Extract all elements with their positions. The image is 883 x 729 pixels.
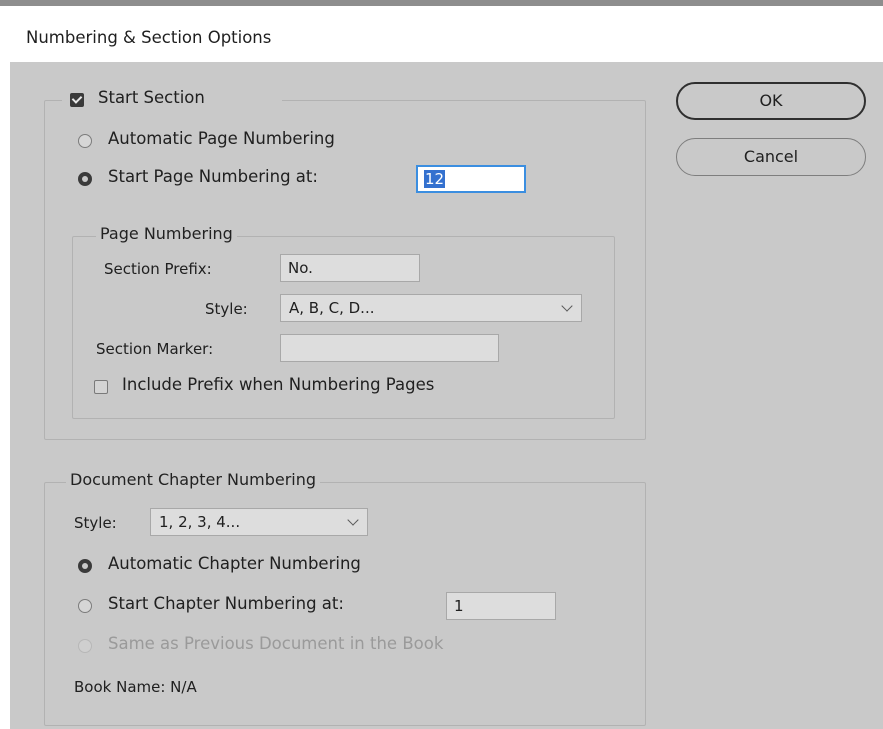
chevron-down-icon xyxy=(347,514,359,526)
start-page-numbering-radio[interactable] xyxy=(78,172,92,186)
chevron-down-icon xyxy=(561,300,573,312)
include-prefix-label[interactable]: Include Prefix when Numbering Pages xyxy=(122,375,434,394)
automatic-chapter-numbering-radio[interactable] xyxy=(78,559,92,573)
page-style-value: A, B, C, D... xyxy=(289,299,375,317)
automatic-page-numbering-label[interactable]: Automatic Page Numbering xyxy=(108,129,335,148)
start-section-checkbox[interactable] xyxy=(70,93,84,107)
start-page-number-value[interactable]: 12 xyxy=(424,170,446,188)
chapter-style-value: 1, 2, 3, 4... xyxy=(159,513,241,531)
include-prefix-checkbox[interactable] xyxy=(94,380,108,394)
automatic-page-numbering-radio[interactable] xyxy=(78,134,92,148)
dialog-title: Numbering & Section Options xyxy=(26,28,272,47)
section-prefix-input[interactable]: No. xyxy=(280,254,420,282)
same-as-previous-label[interactable]: Same as Previous Document in the Book xyxy=(108,634,443,653)
cancel-button[interactable]: Cancel xyxy=(676,138,866,176)
chapter-style-label: Style: xyxy=(74,514,117,532)
ok-button[interactable]: OK xyxy=(676,82,866,120)
section-marker-label: Section Marker: xyxy=(96,340,214,358)
chapter-numbering-legend: Document Chapter Numbering xyxy=(66,470,321,489)
chapter-style-dropdown[interactable]: 1, 2, 3, 4... xyxy=(150,508,368,536)
start-page-number-input[interactable]: 12 xyxy=(416,165,526,193)
start-chapter-numbering-radio[interactable] xyxy=(78,599,92,613)
window-edge xyxy=(0,62,10,729)
style-label: Style: xyxy=(205,300,248,318)
automatic-chapter-numbering-label[interactable]: Automatic Chapter Numbering xyxy=(108,554,361,573)
start-page-numbering-label[interactable]: Start Page Numbering at: xyxy=(108,167,318,186)
page-numbering-legend: Page Numbering xyxy=(96,224,237,243)
section-marker-input[interactable] xyxy=(280,334,499,362)
dialog-body: Start Section Automatic Page Numbering S… xyxy=(10,62,883,729)
page-style-dropdown[interactable]: A, B, C, D... xyxy=(280,294,582,322)
book-name-label: Book Name: N/A xyxy=(74,678,197,696)
dialog-titlebar: Numbering & Section Options xyxy=(0,0,883,62)
start-section-label[interactable]: Start Section xyxy=(98,88,205,107)
start-chapter-number-input[interactable]: 1 xyxy=(446,592,556,620)
section-prefix-label: Section Prefix: xyxy=(104,260,212,278)
same-as-previous-radio[interactable] xyxy=(78,639,92,653)
start-chapter-numbering-label[interactable]: Start Chapter Numbering at: xyxy=(108,594,344,613)
